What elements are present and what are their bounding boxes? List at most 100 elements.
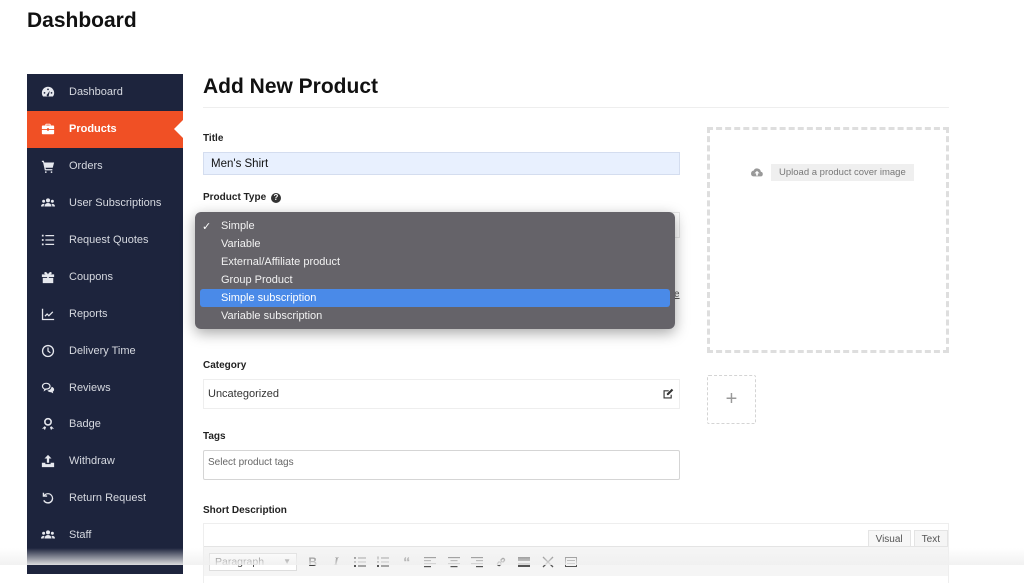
option-label: Simple subscription — [221, 292, 317, 304]
align-left-button[interactable] — [419, 553, 443, 571]
editor-toolbar: Paragraph ▼ B I “ — [204, 546, 948, 576]
option-label: External/Affiliate product — [221, 256, 341, 268]
editor-mode-tabs: Visual Text — [867, 530, 948, 547]
users-icon — [40, 196, 56, 210]
users-icon — [40, 528, 56, 542]
align-center-button[interactable] — [442, 553, 466, 571]
sidebar-item-delivery-time[interactable]: Delivery Time — [27, 332, 183, 369]
sidebar-item-label: Reviews — [69, 381, 111, 394]
fullscreen-button[interactable] — [536, 553, 560, 571]
sidebar-item-label: Reports — [69, 307, 108, 320]
italic-icon: I — [333, 554, 339, 568]
dropdown-option-simple[interactable]: ✓ Simple — [200, 217, 670, 235]
sidebar-item-badge[interactable]: Badge — [27, 406, 183, 443]
bold-icon: B — [308, 554, 318, 569]
format-value: Paragraph — [215, 555, 265, 568]
sidebar-item-withdraw[interactable]: Withdraw — [27, 443, 183, 480]
option-label: Simple — [221, 220, 255, 232]
sidebar-item-label: Withdraw — [69, 455, 115, 468]
short-description-label: Short Description — [203, 505, 287, 516]
sidebar-item-reviews[interactable]: Reviews — [27, 369, 183, 406]
title-label: Title — [203, 133, 224, 144]
category-label: Category — [203, 360, 247, 371]
blockquote-button[interactable]: “ — [395, 553, 419, 571]
link-button[interactable] — [489, 553, 513, 571]
list-icon — [40, 233, 56, 247]
align-right-button[interactable] — [466, 553, 490, 571]
award-icon — [40, 417, 56, 431]
bold-button[interactable]: B — [301, 553, 325, 571]
sidebar-item-dashboard[interactable]: Dashboard — [27, 74, 183, 111]
sidebar-item-label: User Subscriptions — [69, 197, 162, 210]
dropdown-option-external-affiliate[interactable]: External/Affiliate product — [200, 253, 670, 271]
page-title: Dashboard — [27, 9, 137, 32]
sidebar-item-label: Products — [69, 123, 117, 136]
quote-icon: “ — [403, 553, 411, 570]
fullscreen-icon — [542, 556, 554, 567]
paragraph-format-select[interactable]: Paragraph ▼ — [209, 552, 297, 571]
dashboard-gauge-icon — [40, 85, 56, 99]
chart-line-icon — [40, 307, 56, 321]
sidebar-item-orders[interactable]: Orders — [27, 148, 183, 185]
gift-icon — [40, 270, 56, 284]
tags-label: Tags — [203, 431, 226, 442]
dropdown-option-simple-subscription[interactable]: Simple subscription — [200, 289, 670, 307]
add-gallery-image-button[interactable]: + — [707, 375, 756, 424]
sidebar-item-label: Delivery Time — [69, 344, 136, 357]
short-description-editor: Visual Text Paragraph ▼ B I “ — [203, 523, 949, 583]
category-select[interactable]: Uncategorized — [203, 379, 680, 409]
cover-image-dropzone[interactable] — [707, 127, 949, 353]
sidebar-item-label: Dashboard — [69, 86, 123, 99]
sidebar-item-label: Orders — [69, 160, 103, 173]
tags-input[interactable]: Select product tags — [203, 450, 680, 480]
clock-icon — [40, 344, 56, 358]
sidebar-item-user-subscriptions[interactable]: User Subscriptions — [27, 185, 183, 222]
toolbar-toggle-button[interactable] — [560, 553, 584, 571]
form-heading: Add New Product — [203, 75, 379, 98]
numbered-list-icon — [377, 556, 390, 567]
read-more-button[interactable] — [513, 553, 537, 571]
option-label: Variable — [221, 238, 261, 250]
upload-icon — [40, 454, 56, 468]
sidebar-item-label: Coupons — [69, 270, 114, 283]
dropdown-option-variable-subscription[interactable]: Variable subscription — [200, 307, 670, 325]
sidebar-item-label: Return Request — [69, 492, 147, 505]
tab-text[interactable]: Text — [913, 530, 948, 547]
keyboard-icon — [565, 556, 578, 567]
briefcase-icon — [40, 122, 56, 136]
option-label: Group Product — [221, 274, 293, 286]
bulleted-list-button[interactable] — [348, 553, 372, 571]
sidebar-nav: Dashboard Products Orders User Subscript… — [27, 74, 183, 574]
product-type-dropdown[interactable]: ✓ Simple Variable External/Affiliate pro… — [195, 212, 675, 329]
dropdown-option-variable[interactable]: Variable — [200, 235, 670, 253]
sidebar-item-products[interactable]: Products — [27, 110, 183, 148]
sidebar-item-label: Staff — [69, 529, 92, 542]
sidebar-item-staff[interactable]: Staff — [27, 517, 183, 554]
sidebar-item-coupons[interactable]: Coupons — [27, 258, 183, 295]
tab-visual[interactable]: Visual — [867, 530, 911, 547]
product-type-label: Product Type ? — [203, 192, 281, 203]
bulleted-list-icon — [353, 556, 366, 567]
option-label: Variable subscription — [221, 310, 323, 322]
comments-icon — [40, 381, 56, 395]
sidebar-item-label: Request Quotes — [69, 234, 149, 246]
title-input[interactable]: Men's Shirt — [203, 152, 680, 175]
upload-cover-image-button[interactable]: Upload a product cover image — [750, 164, 914, 181]
heading-divider — [203, 107, 949, 108]
align-center-icon — [447, 556, 460, 567]
numbered-list-button[interactable] — [372, 553, 396, 571]
sidebar-item-request-quotes[interactable]: Request Quotes — [27, 222, 183, 259]
dropdown-option-group-product[interactable]: Group Product — [200, 271, 670, 289]
help-icon[interactable]: ? — [270, 193, 281, 203]
edit-icon[interactable] — [662, 388, 674, 400]
italic-button[interactable]: I — [325, 553, 349, 571]
cart-icon — [40, 159, 56, 174]
sidebar-item-reports[interactable]: Reports — [27, 295, 183, 332]
upload-cover-image-label: Upload a product cover image — [771, 164, 914, 181]
sidebar-item-return-request[interactable]: Return Request — [27, 480, 183, 517]
checkmark-icon: ✓ — [202, 221, 212, 233]
align-right-icon — [471, 556, 484, 567]
cloud-upload-icon — [751, 167, 763, 176]
align-left-icon — [424, 556, 437, 567]
read-more-icon — [518, 556, 531, 567]
